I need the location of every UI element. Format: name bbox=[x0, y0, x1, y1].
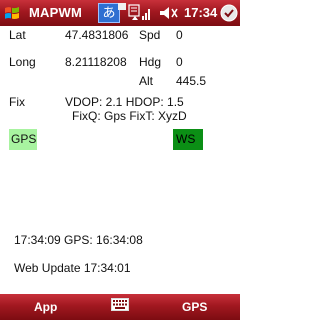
ws-status-indicator[interactable]: WS bbox=[173, 129, 203, 150]
gps-status-indicator[interactable]: GPS bbox=[9, 129, 37, 150]
fix-label: Fix bbox=[9, 95, 25, 109]
alt-value: 445.5 bbox=[176, 74, 207, 88]
input-method-icon[interactable]: あ bbox=[98, 3, 120, 23]
hdg-value: 0 bbox=[176, 55, 183, 69]
keyboard-icon[interactable] bbox=[111, 298, 129, 311]
spd-value: 0 bbox=[176, 28, 183, 42]
title-bar: MAPWM あ 17:34 bbox=[0, 0, 240, 26]
connectivity-icon[interactable] bbox=[128, 4, 152, 22]
volume-icon[interactable] bbox=[158, 5, 178, 21]
clock[interactable]: 17:34 bbox=[184, 5, 217, 20]
menu-bar: App GPS bbox=[0, 294, 240, 320]
app-softkey[interactable]: App bbox=[34, 300, 57, 314]
ok-close-icon[interactable] bbox=[220, 4, 238, 22]
dop-text: VDOP: 2.1 HDOP: 1.5 bbox=[65, 95, 184, 109]
input-method-indicator-icon bbox=[118, 3, 126, 10]
gps-softkey[interactable]: GPS bbox=[182, 300, 207, 314]
fix-quality-text: FixQ: Gps FixT: XyzD bbox=[72, 109, 187, 123]
alt-label: Alt bbox=[139, 74, 154, 88]
gps-time-text: 17:34:09 GPS: 16:34:08 bbox=[14, 233, 143, 247]
app-title: MAPWM bbox=[29, 5, 82, 20]
spd-label: Spd bbox=[139, 28, 161, 42]
long-value: 8.21118208 bbox=[65, 55, 127, 69]
long-label: Long bbox=[9, 55, 36, 69]
lat-value: 47.4831806 bbox=[65, 28, 129, 42]
web-update-text: Web Update 17:34:01 bbox=[14, 261, 131, 275]
lat-label: Lat bbox=[9, 28, 26, 42]
windows-start-icon[interactable] bbox=[3, 4, 21, 22]
hdg-label: Hdg bbox=[139, 55, 162, 69]
